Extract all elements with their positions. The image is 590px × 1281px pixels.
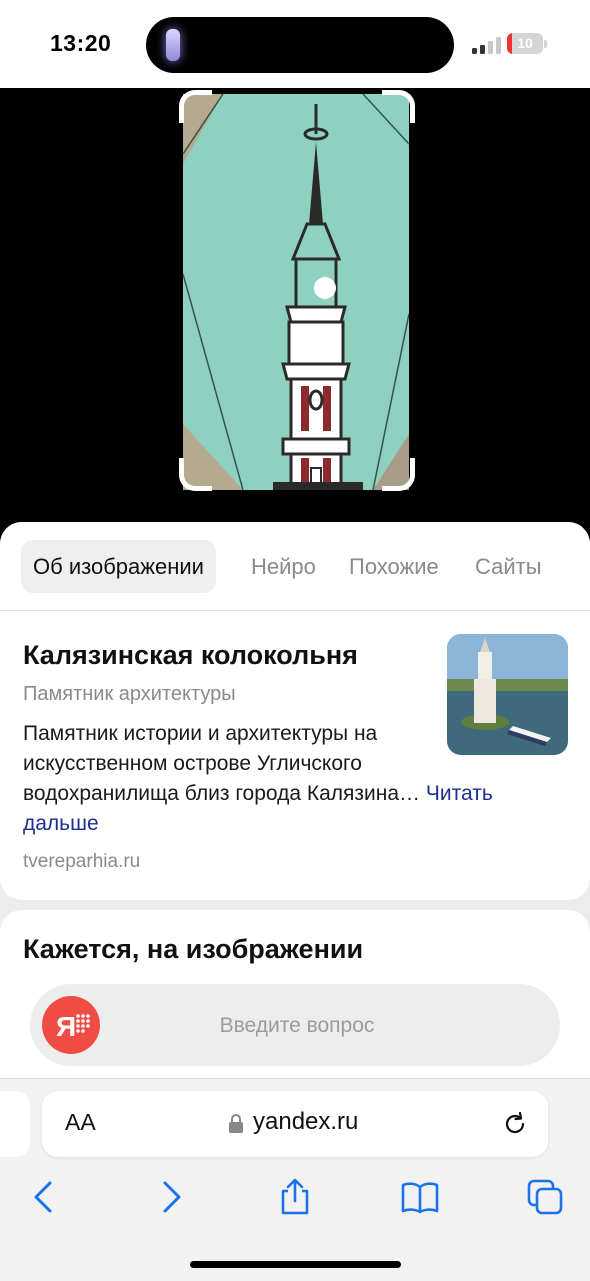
status-time: 13:20 [50, 30, 112, 56]
question-title: Кажется, на изображении [23, 934, 364, 964]
tab-sites[interactable]: Сайты [475, 540, 542, 593]
previous-tab-preview[interactable] [0, 1091, 30, 1157]
cropped-image [183, 94, 409, 490]
flashlight-icon [166, 29, 180, 61]
crop-handle-bottom-left[interactable] [179, 458, 212, 491]
tab-bar: Об изображении Нейро Похожие Сайты [0, 522, 590, 611]
text-size-button[interactable]: AA [65, 1109, 96, 1136]
reload-icon[interactable] [501, 1110, 529, 1138]
text-size-label: AA [65, 1109, 96, 1135]
status-bar: 13:20 10 [0, 0, 590, 88]
tab-similar[interactable]: Похожие [349, 540, 439, 593]
cellular-signal-icon [472, 36, 502, 54]
dynamic-island [146, 17, 454, 73]
battery-level: 10 [517, 35, 533, 51]
image-viewer[interactable] [0, 88, 590, 548]
focus-point[interactable] [314, 277, 336, 299]
address-bar[interactable]: AA yandex.ru [42, 1091, 548, 1157]
lock-icon [229, 1114, 243, 1133]
result-card[interactable]: Калязинская колокольня Памятник архитект… [0, 611, 590, 900]
svg-text:Я: Я [56, 1011, 76, 1042]
question-bar[interactable]: Я [30, 984, 560, 1068]
question-input[interactable] [120, 984, 474, 1068]
home-indicator[interactable] [190, 1261, 401, 1268]
results-sheet: Об изображении Нейро Похожие Сайты Каляз… [0, 522, 590, 1078]
tabs-icon[interactable] [525, 1177, 565, 1217]
result-thumbnail[interactable] [447, 634, 568, 755]
tab-about-image[interactable]: Об изображении [21, 540, 216, 593]
battery-icon: 10 [507, 33, 543, 54]
bookmarks-icon[interactable] [400, 1177, 440, 1217]
result-description-text: Памятник истории и архитектуры на искусс… [23, 722, 421, 805]
url-text[interactable]: yandex.ru [253, 1108, 358, 1136]
crop-handle-top-left[interactable] [179, 90, 212, 123]
crop-handle-top-right[interactable] [382, 90, 415, 123]
back-arrow-icon[interactable] [24, 1177, 64, 1217]
result-source[interactable]: tvereparhia.ru [23, 851, 140, 873]
tab-neuro[interactable]: Нейро [251, 540, 316, 593]
browser-toolbar: AA yandex.ru [0, 1078, 590, 1281]
result-description: Памятник истории и архитектуры на искусс… [23, 719, 493, 839]
yandex-logo-icon[interactable]: Я [42, 996, 100, 1054]
share-icon[interactable] [275, 1177, 315, 1217]
question-card: Кажется, на изображении Я [0, 910, 590, 1078]
result-subtitle: Памятник архитектуры [23, 683, 236, 705]
forward-arrow-icon[interactable] [151, 1177, 191, 1217]
result-title[interactable]: Калязинская колокольня [23, 640, 358, 671]
crop-handle-bottom-right[interactable] [382, 458, 415, 491]
